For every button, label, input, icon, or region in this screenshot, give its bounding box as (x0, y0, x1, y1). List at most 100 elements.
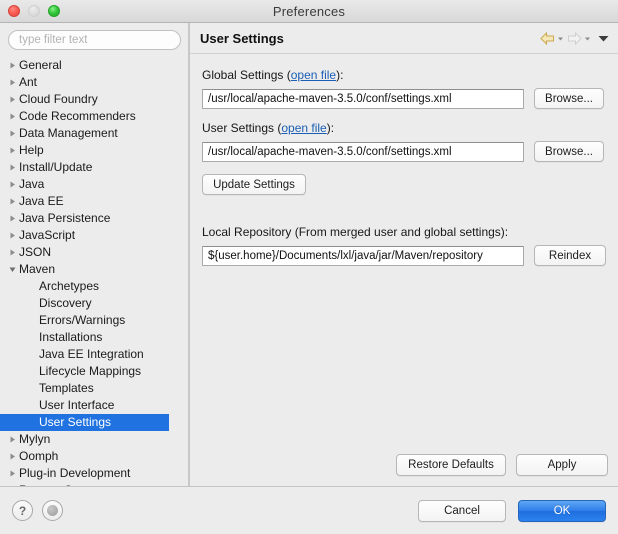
twisty-right-icon[interactable] (6, 248, 18, 257)
global-settings-path-input[interactable] (202, 88, 524, 109)
twisty-right-icon[interactable] (6, 214, 18, 223)
chevron-down-icon[interactable] (597, 33, 610, 44)
sidebar-item-label: Cloud Foundry (19, 92, 98, 106)
window-titlebar: Preferences (0, 0, 618, 23)
sidebar-item-templates[interactable]: Templates (0, 380, 189, 397)
sidebar-item-errors-warnings[interactable]: Errors/Warnings (0, 312, 189, 329)
sidebar-item-label: Templates (39, 381, 94, 395)
sidebar-item-ant[interactable]: Ant (0, 74, 189, 91)
question-mark-icon[interactable]: ? (12, 500, 33, 521)
minimize-button[interactable] (28, 5, 40, 17)
settings-panel: User Settings Global Settings (open file… (190, 23, 618, 486)
settings-content: Global Settings (open file): Browse... U… (190, 54, 618, 486)
twisty-right-icon[interactable] (6, 163, 18, 172)
zoom-button[interactable] (48, 5, 60, 17)
twisty-right-icon[interactable] (6, 78, 18, 87)
global-settings-label-suffix: ): (336, 68, 344, 82)
local-repository-label: Local Repository (From merged user and g… (202, 225, 509, 239)
sidebar-item-maven[interactable]: Maven (0, 261, 189, 278)
forward-arrow-icon (568, 31, 582, 45)
sidebar-item-installations[interactable]: Installations (0, 329, 189, 346)
footer-buttons: Cancel OK (418, 499, 606, 522)
update-settings-button[interactable]: Update Settings (202, 174, 306, 195)
user-settings-row: Browse... (202, 141, 618, 162)
user-settings-path-input[interactable] (202, 141, 524, 162)
sidebar-item-label: User Settings (39, 415, 112, 429)
restore-defaults-button[interactable]: Restore Defaults (396, 454, 506, 476)
user-settings-label-prefix: User Settings ( (202, 121, 282, 135)
sidebar-item-java-persistence[interactable]: Java Persistence (0, 210, 189, 227)
twisty-right-icon[interactable] (6, 197, 18, 206)
twisty-right-icon[interactable] (6, 452, 18, 461)
user-settings-browse-button[interactable]: Browse... (534, 141, 604, 162)
twisty-right-icon[interactable] (6, 231, 18, 240)
twisty-right-icon[interactable] (6, 435, 18, 444)
sidebar-item-lifecycle-mappings[interactable]: Lifecycle Mappings (0, 363, 189, 380)
preferences-sidebar: General Ant Cloud Foundry Code Recommenders… (0, 23, 190, 486)
sidebar-item-java[interactable]: Java (0, 176, 189, 193)
twisty-right-icon[interactable] (6, 129, 18, 138)
sidebar-item-cloud-foundry[interactable]: Cloud Foundry (0, 91, 189, 108)
local-repository-row: Reindex (202, 245, 618, 266)
back-button[interactable] (540, 31, 565, 45)
sidebar-item-plug-in-development[interactable]: Plug-in Development (0, 465, 189, 482)
sidebar-item-json[interactable]: JSON (0, 244, 189, 261)
global-settings-open-file-link[interactable]: open file (291, 68, 336, 82)
sidebar-divider (188, 23, 189, 486)
sidebar-item-install-update[interactable]: Install/Update (0, 159, 189, 176)
panel-header: User Settings (190, 23, 618, 54)
sidebar-item-java-ee-integration[interactable]: Java EE Integration (0, 346, 189, 363)
sidebar-item-help[interactable]: Help (0, 142, 189, 159)
preferences-tree[interactable]: General Ant Cloud Foundry Code Recommenders… (0, 56, 189, 486)
reindex-button[interactable]: Reindex (534, 245, 606, 266)
sidebar-item-label: Errors/Warnings (39, 313, 126, 327)
sidebar-item-java-ee[interactable]: Java EE (0, 193, 189, 210)
sidebar-item-label: General (19, 58, 62, 72)
sidebar-item-archetypes[interactable]: Archetypes (0, 278, 189, 295)
twisty-right-icon[interactable] (6, 146, 18, 155)
global-settings-label-prefix: Global Settings ( (202, 68, 291, 82)
twisty-right-icon[interactable] (6, 180, 18, 189)
twisty-down-icon[interactable] (6, 265, 18, 274)
footer-left-icons: ? (12, 500, 63, 521)
sidebar-item-data-management[interactable]: Data Management (0, 125, 189, 142)
twisty-right-icon[interactable] (6, 469, 18, 478)
sidebar-item-general[interactable]: General (0, 57, 189, 74)
sidebar-item-label: Help (19, 143, 44, 157)
twisty-right-icon[interactable] (6, 95, 18, 104)
sidebar-item-code-recommenders[interactable]: Code Recommenders (0, 108, 189, 125)
user-settings-open-file-link[interactable]: open file (281, 121, 326, 135)
sidebar-item-discovery[interactable]: Discovery (0, 295, 189, 312)
apply-button[interactable]: Apply (516, 454, 608, 476)
preferences-window: Preferences General Ant Cloud Foundry Code … (0, 0, 618, 534)
global-settings-label: Global Settings (open file): (202, 68, 618, 82)
sidebar-item-label: Remote Systems (18, 482, 110, 486)
sidebar-item-label: Plug-in Development (19, 466, 131, 480)
close-button[interactable] (8, 5, 20, 17)
sidebar-item-oomph[interactable]: Oomph (0, 448, 189, 465)
ok-button[interactable]: OK (518, 499, 606, 522)
sidebar-item-user-interface[interactable]: User Interface (0, 397, 189, 414)
sidebar-item-label: Java (19, 177, 45, 191)
page-title: User Settings (200, 30, 284, 46)
sidebar-item-mylyn[interactable]: Mylyn (0, 431, 189, 448)
global-settings-browse-button[interactable]: Browse... (534, 88, 604, 109)
twisty-right-icon[interactable] (6, 112, 18, 121)
update-settings-row: Update Settings (202, 174, 618, 195)
body-split: General Ant Cloud Foundry Code Recommenders… (0, 23, 618, 486)
sidebar-item-label: Java EE (19, 194, 64, 208)
back-dropdown-caret-icon (558, 37, 563, 40)
user-settings-label-suffix: ): (326, 121, 335, 135)
search-input[interactable] (8, 30, 181, 50)
local-repository-input[interactable] (202, 245, 524, 266)
twisty-right-icon[interactable] (6, 61, 18, 70)
cancel-button[interactable]: Cancel (418, 499, 506, 522)
sidebar-item-label: Java EE Integration (39, 347, 144, 361)
sidebar-item-javascript[interactable]: JavaScript (0, 227, 189, 244)
sidebar-item-remote-systems[interactable]: Remote Systems (0, 482, 189, 486)
record-circle-icon[interactable] (42, 500, 63, 521)
sidebar-item-label: Install/Update (19, 160, 93, 174)
sidebar-item-user-settings[interactable]: User Settings (0, 414, 169, 431)
global-settings-row: Browse... (202, 88, 618, 109)
